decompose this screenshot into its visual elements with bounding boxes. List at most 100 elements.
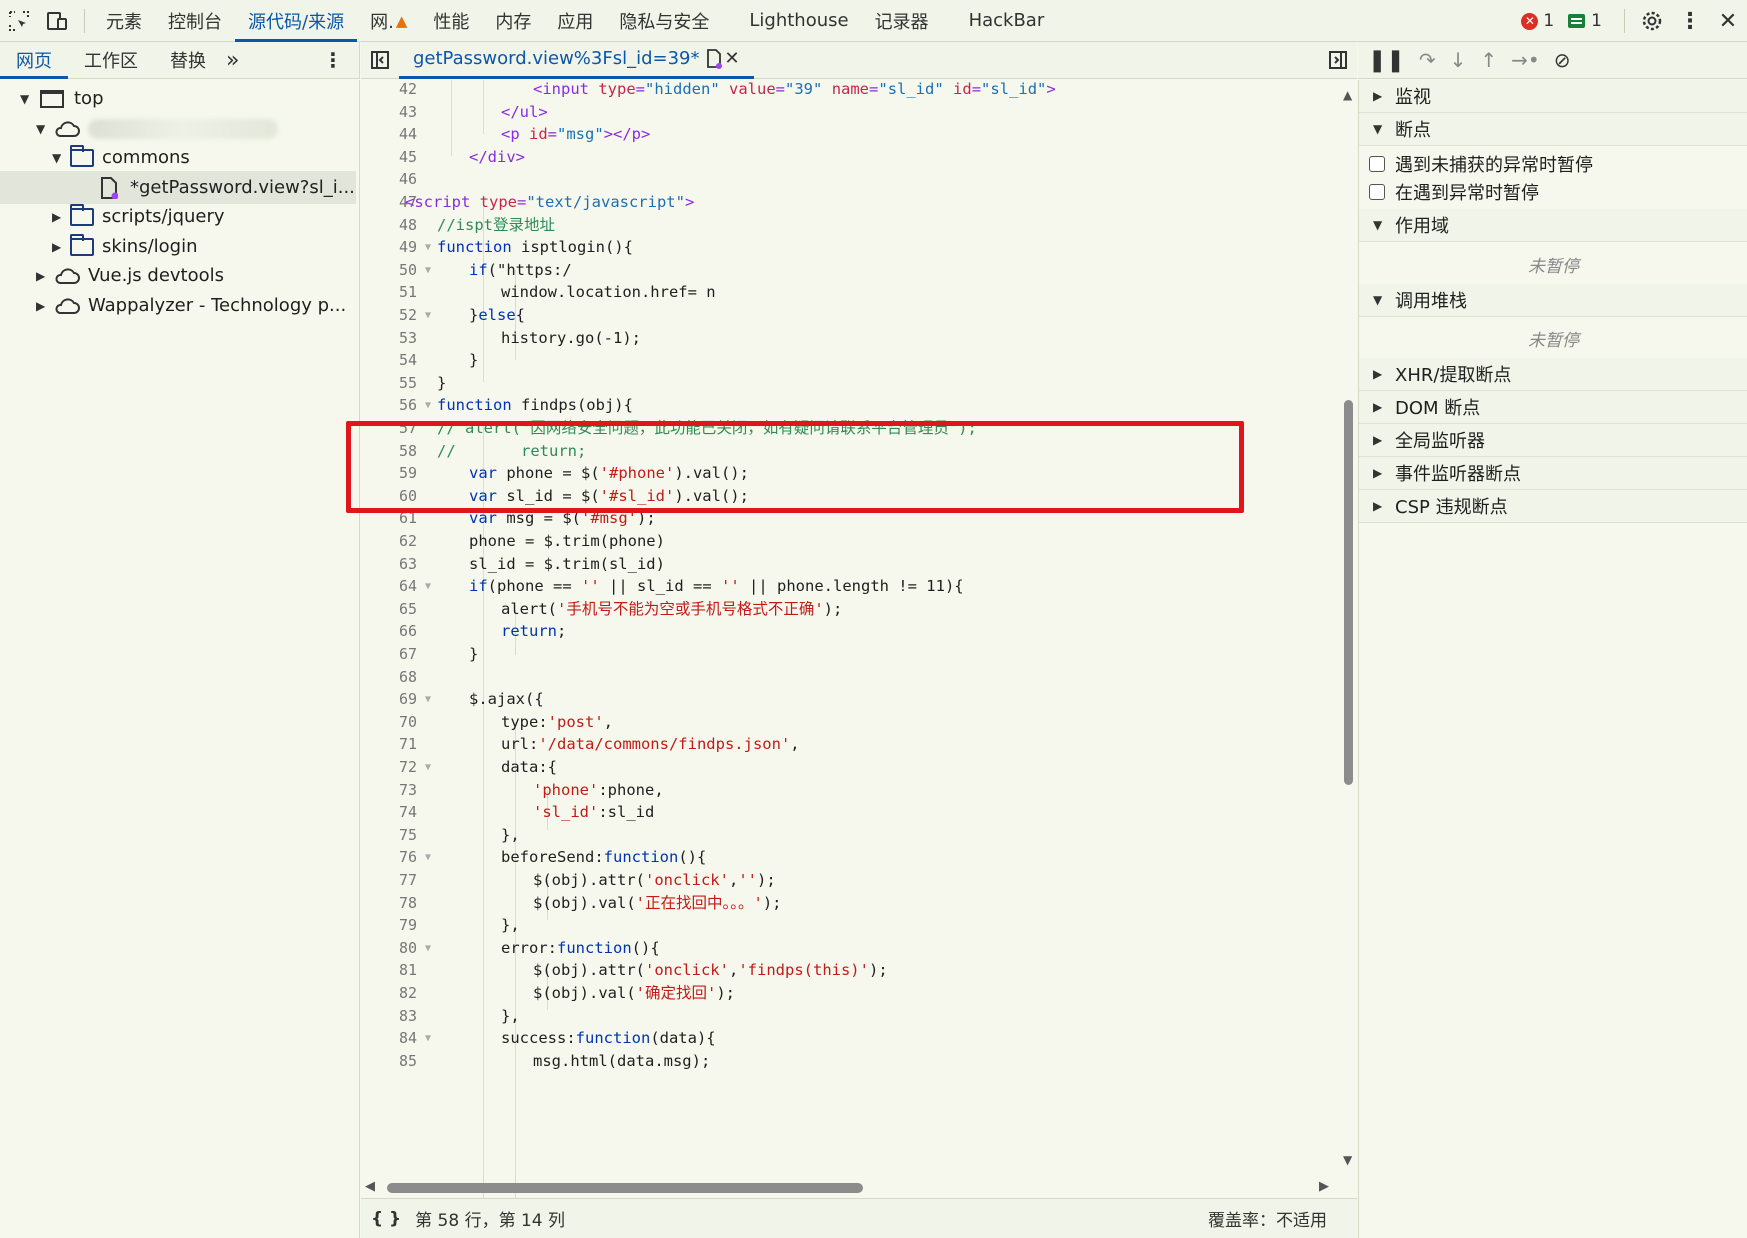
line-number[interactable]: 50 — [361, 258, 417, 283]
fold-arrow-icon[interactable]: ▼ — [425, 687, 431, 712]
section-csp-breakpoints[interactable]: ▶ CSP 违规断点 — [1359, 490, 1747, 523]
tab-workspace[interactable]: 工作区 — [68, 42, 154, 79]
collapsed-triangle-icon[interactable]: ▶ — [36, 299, 50, 313]
code-line[interactable]: 63 sl_id = $.trim(sl_id) — [361, 552, 1341, 577]
line-number[interactable]: 65 — [361, 597, 417, 622]
code-line[interactable]: 67} — [361, 642, 1341, 667]
code-line[interactable]: 72 ▼ data:{ — [361, 755, 1341, 780]
fold-arrow-icon[interactable]: ▼ — [425, 755, 431, 780]
tab-network[interactable]: 网. ▲ — [357, 0, 420, 42]
section-breakpoints[interactable]: ▼ 断点 — [1359, 113, 1747, 146]
horizontal-scrollbar[interactable]: ◀ ▶ — [361, 1177, 1341, 1198]
checkbox[interactable] — [1369, 156, 1385, 172]
code-line[interactable]: 44 <p id="msg"></p> — [361, 122, 1341, 147]
code-line[interactable]: 73 'phone':phone, — [361, 778, 1341, 803]
tab-hackbar[interactable]: HackBar — [956, 0, 1058, 42]
fold-arrow-icon[interactable]: ▼ — [425, 574, 431, 599]
code-line[interactable]: 52 ▼}else{ — [361, 303, 1341, 328]
code-line[interactable]: 74 'sl_id':sl_id — [361, 800, 1341, 825]
line-number[interactable]: 73 — [361, 778, 417, 803]
code-line[interactable]: 53 history.go(-1); — [361, 326, 1341, 351]
code-line[interactable]: 51 window.location.href= n — [361, 280, 1341, 305]
line-number[interactable]: 77 — [361, 868, 417, 893]
tab-elements[interactable]: 元素 — [93, 0, 155, 42]
more-options-icon[interactable]: ⋮ — [1671, 0, 1709, 42]
scroll-up-arrow-icon[interactable]: ▲ — [1343, 88, 1352, 102]
line-number[interactable]: 68 — [361, 665, 417, 690]
step-over-icon[interactable]: ↷ — [1419, 48, 1436, 72]
expand-triangle-icon[interactable]: ▼ — [20, 92, 34, 106]
code-line[interactable]: 62 phone = $.trim(phone) — [361, 529, 1341, 554]
collapsed-triangle-icon[interactable]: ▶ — [52, 210, 66, 224]
pause-caught-checkbox[interactable]: 在遇到异常时暂停 — [1369, 178, 1539, 206]
fold-arrow-icon[interactable]: ▼ — [425, 1026, 431, 1051]
code-line[interactable]: 45 </div> — [361, 145, 1341, 170]
tab-application[interactable]: 应用 — [544, 0, 606, 42]
step-out-icon[interactable]: ↑ — [1480, 48, 1497, 72]
tree-node-vue[interactable]: ▶ Vue.js devtools — [36, 259, 224, 292]
settings-gear-icon[interactable] — [1633, 0, 1671, 42]
step-icon[interactable]: →• — [1511, 48, 1540, 72]
pretty-print-icon[interactable]: { } — [371, 1209, 401, 1229]
line-number[interactable]: 51 — [361, 280, 417, 305]
tab-page[interactable]: 网页 — [0, 42, 68, 79]
code-line[interactable]: 70 type:'post', — [361, 710, 1341, 735]
device-toolbar-icon[interactable] — [38, 0, 76, 42]
section-callstack[interactable]: ▼ 调用堆栈 — [1359, 284, 1747, 317]
code-line[interactable]: 83}, — [361, 1004, 1341, 1029]
code-line[interactable]: 65 alert('手机号不能为空或手机号格式不正确'); — [361, 597, 1341, 622]
collapsed-triangle-icon[interactable]: ▶ — [36, 269, 50, 283]
line-number[interactable]: 55 — [361, 371, 417, 396]
fold-arrow-icon[interactable]: ▼ — [425, 258, 431, 283]
checkbox[interactable] — [1369, 184, 1385, 200]
scroll-right-arrow-icon[interactable]: ▶ — [1319, 1179, 1329, 1194]
line-number[interactable]: 52 — [361, 303, 417, 328]
tree-node-jquery[interactable]: ▶ scripts/jquery — [52, 200, 225, 233]
section-scope[interactable]: ▼ 作用域 — [1359, 209, 1747, 242]
tab-console[interactable]: 控制台 — [155, 0, 235, 42]
fold-arrow-icon[interactable]: ▼ — [425, 303, 431, 328]
scroll-down-arrow-icon[interactable]: ▼ — [1343, 1153, 1352, 1167]
more-tabs-chevron-icon[interactable]: » — [222, 42, 243, 79]
code-line[interactable]: 64 ▼ if(phone == '' || sl_id == '' || phon… — [361, 574, 1341, 599]
code-line[interactable]: 56 ▼ function findps(obj){ — [361, 393, 1341, 418]
code-line[interactable]: 85 msg.html(data.msg); — [361, 1049, 1341, 1074]
tab-performance[interactable]: 性能 — [420, 0, 482, 42]
pause-uncaught-checkbox[interactable]: 遇到未捕获的异常时暂停 — [1369, 150, 1593, 178]
editor-tab-file[interactable]: getPassword.view%3Fsl_id=39* ✕ — [399, 42, 754, 79]
deactivate-breakpoints-icon[interactable]: ⊘ — [1554, 48, 1571, 72]
code-editor[interactable]: 42 <input type="hidden" value="39" name="… — [361, 80, 1357, 1198]
code-line[interactable]: 55} — [361, 371, 1341, 396]
vertical-scroll-thumb[interactable] — [1344, 400, 1353, 785]
line-number[interactable]: 80 — [361, 936, 417, 961]
line-number[interactable]: 71 — [361, 732, 417, 757]
tree-node-commons[interactable]: ▼ commons — [52, 141, 190, 174]
code-line[interactable]: 80 ▼ error:function(){ — [361, 936, 1341, 961]
step-into-icon[interactable]: ↓ — [1450, 48, 1467, 72]
line-number[interactable]: 84 — [361, 1026, 417, 1051]
line-number[interactable]: 83 — [361, 1004, 417, 1029]
pause-icon[interactable]: ❚❚ — [1368, 48, 1405, 73]
line-number[interactable]: 85 — [361, 1049, 417, 1074]
line-number[interactable]: 64 — [361, 574, 417, 599]
code-line[interactable]: 66 return; — [361, 619, 1341, 644]
code-line[interactable]: 47 <script type="text/javascript"> — [361, 190, 1341, 215]
error-count[interactable]: ✕ 1 — [1521, 11, 1554, 31]
code-line[interactable]: 46 — [361, 167, 1341, 192]
line-number[interactable]: 48 — [361, 213, 417, 238]
line-number[interactable]: 54 — [361, 348, 417, 373]
section-xhr-breakpoints[interactable]: ▶ XHR/提取断点 — [1359, 358, 1747, 391]
close-icon[interactable]: ✕ — [1709, 0, 1747, 42]
code-line[interactable]: 69 ▼ $.ajax({ — [361, 687, 1341, 712]
tab-privacy-security[interactable]: 隐私与安全 — [606, 0, 722, 42]
code-line[interactable]: 84 ▼ success:function(data){ — [361, 1026, 1341, 1051]
section-event-listener-breakpoints[interactable]: ▶ 事件监听器断点 — [1359, 457, 1747, 490]
code-line[interactable]: 82 $(obj).val('确定找回'); — [361, 981, 1341, 1006]
section-dom-breakpoints[interactable]: ▶ DOM 断点 — [1359, 391, 1747, 424]
line-number[interactable]: 67 — [361, 642, 417, 667]
line-number[interactable]: 46 — [361, 167, 417, 192]
line-number[interactable]: 49 — [361, 235, 417, 260]
code-line[interactable]: 76 ▼ beforeSend:function(){ — [361, 845, 1341, 870]
section-watch[interactable]: ▶ 监视 — [1359, 80, 1747, 113]
line-number[interactable]: 63 — [361, 552, 417, 577]
